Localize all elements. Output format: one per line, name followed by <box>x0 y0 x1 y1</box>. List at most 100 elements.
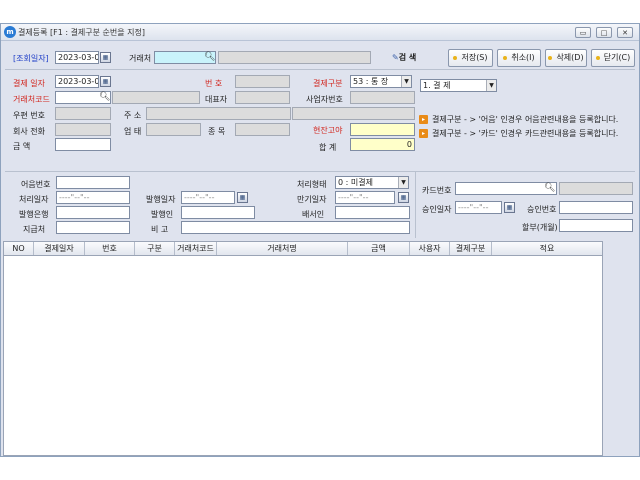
pay-date-input[interactable]: 2023-03-09 <box>55 75 99 88</box>
title-bar: m 결제등록 [F1 : 결제구분 순번을 지정] ▭ □ ✕ <box>1 24 639 41</box>
minimize-button[interactable]: ▭ <box>575 27 591 38</box>
toolbar-divider <box>5 69 635 70</box>
approve-date-input[interactable]: ----"--"-- <box>455 201 502 214</box>
issue-bank-input[interactable] <box>56 206 130 219</box>
due-date-calendar-icon[interactable]: ▦ <box>398 192 409 203</box>
maximize-button[interactable]: □ <box>596 27 612 38</box>
pay-kind-dropdown-icon[interactable]: ▼ <box>486 80 496 91</box>
info-arrow-icon: ▸ <box>419 115 428 124</box>
process-date-label: 처리일자 <box>19 195 49 204</box>
ceo-input <box>235 91 290 104</box>
biz-no-input <box>350 91 415 104</box>
grid-col-number[interactable]: 번호 <box>85 242 135 255</box>
bill-no-label: 어음번호 <box>21 180 51 189</box>
process-status-value: 0 : 미결제 <box>338 178 373 187</box>
delete-label: 삭제(D) <box>556 53 584 62</box>
pay-type-dropdown-icon[interactable]: ▼ <box>401 76 411 87</box>
biz-item-label: 종 목 <box>208 127 226 136</box>
pay-date-label: 결제 일자 <box>13 79 45 88</box>
approve-date-calendar-icon[interactable]: ▦ <box>504 202 515 213</box>
issuer-label: 발행인 <box>151 210 174 219</box>
grid-col-pay-date[interactable]: 결제일자 <box>34 242 85 255</box>
zip-label: 우편 번호 <box>13 111 45 120</box>
pay-kind-value: 1. 결 제 <box>423 81 451 90</box>
issue-date-calendar-icon[interactable]: ▦ <box>237 192 248 203</box>
partner-search-icon[interactable]: 🔍︎ <box>204 52 215 63</box>
pay-place-label: 지급처 <box>23 225 46 234</box>
window-title: 결제등록 [F1 : 결제구분 순번을 지정] <box>18 28 146 37</box>
pay-type-label: 결제구분 <box>313 79 343 88</box>
close-dot-icon <box>595 55 600 60</box>
bill-no-input[interactable] <box>56 176 130 189</box>
remark-input[interactable] <box>181 221 410 234</box>
partner-name-input <box>112 91 200 104</box>
due-date-label: 만기일자 <box>297 195 327 204</box>
issuer-input[interactable] <box>181 206 255 219</box>
query-date-calendar-icon[interactable]: ▦ <box>100 52 111 63</box>
cancel-button[interactable]: 취소(I) <box>497 49 541 67</box>
query-date-input[interactable]: 2023-03-09 <box>55 51 99 64</box>
approve-date-label: 승인일자 <box>422 205 452 214</box>
due-date-input[interactable]: ----"--"-- <box>335 191 395 204</box>
card-no-label: 카드번호 <box>422 186 452 195</box>
grid-col-partner-name[interactable]: 거래처명 <box>217 242 348 255</box>
pencil-icon: ✎ <box>392 53 399 62</box>
app-window: m 결제등록 [F1 : 결제구분 순번을 지정] ▭ □ ✕ [조회일자] 2… <box>0 23 640 457</box>
address-input <box>146 107 291 120</box>
partner-code-search-icon[interactable]: 🔍︎ <box>99 92 110 103</box>
toolbar-partner-name-input <box>218 51 371 64</box>
process-date-input[interactable]: ----"--"-- <box>56 191 130 204</box>
biz-type-label: 업 태 <box>124 127 142 136</box>
info-note-bill: ▸ 결제구분 - > '어음' 인경우 어음관련내용을 등록합니다. <box>419 114 618 125</box>
close-button[interactable]: 닫기(C) <box>591 49 635 67</box>
approve-no-label: 승인번호 <box>527 205 557 214</box>
issue-date-label: 발행일자 <box>146 195 176 204</box>
form-divider <box>5 171 635 172</box>
pay-place-input[interactable] <box>56 221 130 234</box>
biz-no-label: 사업자번호 <box>306 95 343 104</box>
installment-label: 할부(개월) <box>522 223 558 232</box>
app-icon: m <box>4 26 16 38</box>
card-search-icon[interactable]: 🔍︎ <box>544 183 555 194</box>
grid-col-user[interactable]: 사용자 <box>410 242 450 255</box>
remark-label: 비 고 <box>151 225 169 234</box>
grid-col-partner-code[interactable]: 거래처코드 <box>175 242 217 255</box>
process-status-dropdown-icon[interactable]: ▼ <box>398 177 408 188</box>
amount-input[interactable] <box>55 138 111 151</box>
info-note-card: ▸ 결제구분 - > '카드' 인경우 카드관련내용을 등록합니다. <box>419 128 618 139</box>
card-no-input[interactable] <box>455 182 557 195</box>
balance-input[interactable] <box>350 123 415 136</box>
cancel-dot-icon <box>503 55 508 60</box>
search-button[interactable]: ✎검 색 <box>392 52 416 63</box>
installment-input[interactable] <box>559 219 633 232</box>
info-note-bill-text: 결제구분 - > '어음' 인경우 어음관련내용을 등록합니다. <box>432 115 619 124</box>
total-input: 0 <box>350 138 415 151</box>
close-window-button[interactable]: ✕ <box>617 27 633 38</box>
pay-type-value: 53 : 통 장 <box>353 77 389 86</box>
approve-no-input[interactable] <box>559 201 633 214</box>
partner-label: 거래처 <box>129 54 152 63</box>
payment-grid[interactable]: NO 결제일자 번호 구분 거래처코드 거래처명 금액 사용자 결제구분 적요 <box>3 241 603 456</box>
card-name-input <box>559 182 633 195</box>
card-section-divider <box>415 172 416 238</box>
cancel-label: 취소(I) <box>511 53 535 62</box>
grid-col-no[interactable]: NO <box>4 242 34 255</box>
query-date-label: [조회일자] <box>13 54 49 63</box>
address-label: 주 소 <box>124 111 142 120</box>
grid-body[interactable] <box>4 257 602 455</box>
grid-col-remark[interactable]: 적요 <box>492 242 602 255</box>
issue-date-input[interactable]: ----"--"-- <box>181 191 235 204</box>
info-note-card-text: 결제구분 - > '카드' 인경우 카드관련내용을 등록합니다. <box>432 129 619 138</box>
balance-label: 현잔고야 <box>313 126 343 135</box>
grid-col-type[interactable]: 구분 <box>135 242 175 255</box>
grid-col-amount[interactable]: 금액 <box>348 242 410 255</box>
info-arrow-icon: ▸ <box>419 129 428 138</box>
total-label: 합 계 <box>319 143 337 152</box>
grid-col-pay-type[interactable]: 결제구분 <box>450 242 492 255</box>
process-status-label: 처리형태 <box>297 180 327 189</box>
delete-button[interactable]: 삭제(D) <box>545 49 587 67</box>
pay-date-calendar-icon[interactable]: ▦ <box>100 76 111 87</box>
save-button[interactable]: 저장(S) <box>448 49 493 67</box>
endorser-input[interactable] <box>335 206 410 219</box>
number-label: 번 호 <box>205 79 223 88</box>
